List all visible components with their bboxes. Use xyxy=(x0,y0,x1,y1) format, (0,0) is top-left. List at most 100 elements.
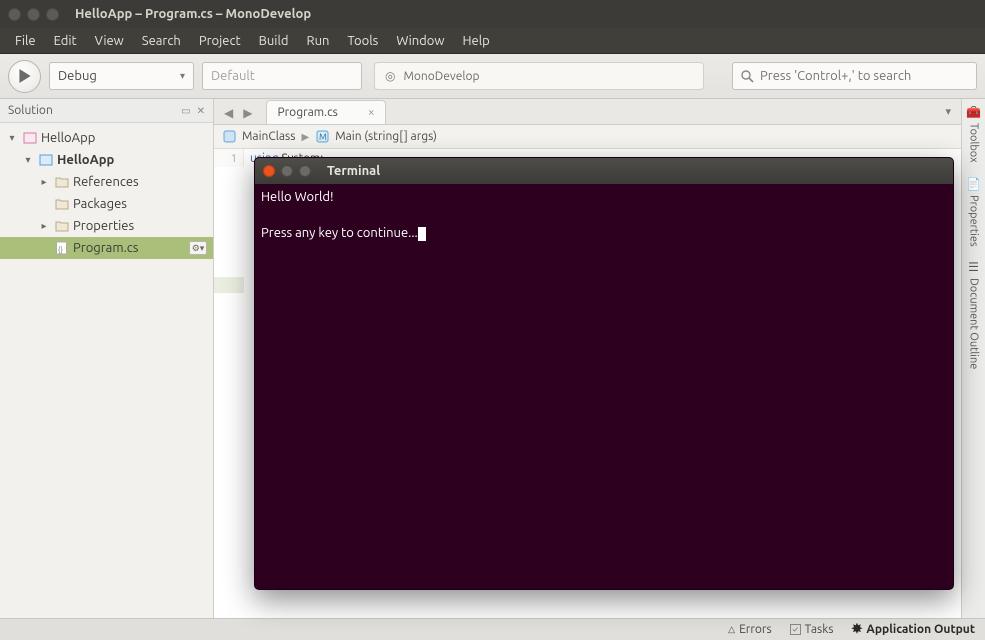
solution-tree[interactable]: ▾ HelloApp ▾ HelloApp ▸References Packages ▸ Pr… xyxy=(0,123,213,263)
side-tab-toolbox[interactable]: 🧰 Toolbox xyxy=(966,105,981,163)
menu-run[interactable]: Run xyxy=(297,31,338,51)
status-tasks-label: Tasks xyxy=(805,623,834,636)
terminal-titlebar[interactable]: Terminal xyxy=(255,158,953,184)
project-icon xyxy=(38,153,53,168)
menu-window[interactable]: Window xyxy=(387,31,453,51)
solution-title: Solution xyxy=(8,104,53,117)
current-line-marker xyxy=(214,277,244,293)
terminal-maximize-icon[interactable] xyxy=(299,165,311,177)
outline-icon: ☰ xyxy=(968,260,979,274)
twisty-icon[interactable]: ▾ xyxy=(6,132,18,144)
solution-panel: Solution ▭ ✕ ▾ HelloApp ▾ HelloApp ▸Referenc… xyxy=(0,99,214,618)
twisty-icon[interactable]: ▸ xyxy=(38,220,50,232)
twisty-icon[interactable]: ▸ xyxy=(38,176,50,188)
status-pill: ◎ MonoDevelop xyxy=(374,62,704,90)
folder-icon xyxy=(54,175,69,190)
tree-label: Properties xyxy=(73,219,134,233)
tab-program-cs[interactable]: Program.cs × xyxy=(266,100,385,124)
side-tab-label: Toolbox xyxy=(968,123,980,163)
tree-label: Program.cs xyxy=(73,241,138,255)
terminal-cursor xyxy=(418,227,426,241)
side-tab-document-outline[interactable]: ☰ Document Outline xyxy=(968,260,980,369)
breadcrumb-class[interactable]: MainClass xyxy=(242,130,295,143)
tab-overflow-icon[interactable]: ▾ xyxy=(945,105,951,118)
toolbox-icon: 🧰 xyxy=(966,105,981,119)
breadcrumb-separator-icon: ▶ xyxy=(301,131,309,143)
window-close-icon[interactable] xyxy=(8,8,21,21)
tree-row[interactable]: ▸ Properties xyxy=(0,215,213,237)
platform-select[interactable]: Default xyxy=(202,62,362,90)
tree-row[interactable]: {} Program.cs ⚙▾ xyxy=(0,237,213,259)
status-errors-label: Errors xyxy=(739,623,772,636)
side-tab-properties[interactable]: 📄 Properties xyxy=(966,177,981,247)
terminal-body[interactable]: Hello World! Press any key to continue..… xyxy=(255,184,953,246)
line-number: 1 xyxy=(214,151,243,167)
item-options-icon[interactable]: ⚙▾ xyxy=(189,241,207,255)
window-titlebar: HelloApp – Program.cs – MonoDevelop xyxy=(0,0,985,28)
terminal-line: Press any key to continue... xyxy=(261,226,418,240)
tab-label: Program.cs xyxy=(277,106,337,119)
menu-build[interactable]: Build xyxy=(250,31,298,51)
editor-tabstrip: ◀ ▶ Program.cs × ▾ xyxy=(214,99,961,125)
csfile-icon: {} xyxy=(54,241,69,256)
terminal-minimize-icon[interactable] xyxy=(281,165,293,177)
properties-icon: 📄 xyxy=(966,177,981,191)
warning-icon: △ xyxy=(728,624,735,635)
tree-row[interactable]: ▾ HelloApp xyxy=(0,127,213,149)
statusbar: △ Errors ✓ Tasks ✸ Application Output xyxy=(0,618,985,640)
solution-icon xyxy=(22,131,37,146)
play-icon xyxy=(18,69,32,83)
tree-row[interactable]: ▸References xyxy=(0,171,213,193)
breadcrumb: MainClass ▶ M Main (string[] args) xyxy=(214,125,961,149)
nav-back-icon[interactable]: ◀ xyxy=(220,106,237,120)
breadcrumb-method[interactable]: Main (string[] args) xyxy=(335,130,437,143)
config-select[interactable]: Debug ▾ xyxy=(49,62,194,90)
menu-tools[interactable]: Tools xyxy=(338,31,387,51)
svg-text:{}: {} xyxy=(58,246,63,254)
terminal-title: Terminal xyxy=(327,164,380,178)
solution-header: Solution ▭ ✕ xyxy=(0,99,213,123)
solution-collapse-icon[interactable]: ▭ xyxy=(181,105,190,117)
target-icon: ◎ xyxy=(385,69,395,83)
twisty-icon[interactable]: ▾ xyxy=(22,154,34,166)
tree-label: HelloApp xyxy=(57,153,114,167)
global-search-input[interactable] xyxy=(760,69,968,83)
method-icon: M xyxy=(315,130,329,144)
right-side-tabs: 🧰 Toolbox 📄 Properties ☰ Document Outlin… xyxy=(961,99,985,618)
toolbar: Debug ▾ Default ◎ MonoDevelop xyxy=(0,54,985,99)
nav-forward-icon[interactable]: ▶ xyxy=(239,106,256,120)
tab-close-icon[interactable]: × xyxy=(368,106,375,119)
run-button[interactable] xyxy=(8,60,41,93)
menu-search[interactable]: Search xyxy=(133,31,190,51)
window-minimize-icon[interactable] xyxy=(27,8,40,21)
menu-view[interactable]: View xyxy=(86,31,133,51)
status-output-label: Application Output xyxy=(866,623,975,636)
folder-icon xyxy=(54,197,69,212)
menu-project[interactable]: Project xyxy=(190,31,250,51)
status-tasks[interactable]: ✓ Tasks xyxy=(790,623,834,636)
tree-label: HelloApp xyxy=(41,131,95,145)
menu-file[interactable]: File xyxy=(6,31,45,51)
line-gutter: 1 xyxy=(214,149,244,167)
tree-row[interactable]: ▾ HelloApp xyxy=(0,149,213,171)
search-icon xyxy=(741,70,754,83)
status-application-output[interactable]: ✸ Application Output xyxy=(852,622,975,637)
menu-help[interactable]: Help xyxy=(453,31,498,51)
solution-close-icon[interactable]: ✕ xyxy=(197,105,205,117)
tree-label: Packages xyxy=(73,197,127,211)
terminal-window[interactable]: Terminal Hello World! Press any key to c… xyxy=(254,157,954,590)
svg-text:M: M xyxy=(319,132,327,142)
terminal-close-icon[interactable] xyxy=(263,165,275,177)
checkbox-icon: ✓ xyxy=(790,624,801,635)
gear-icon: ✸ xyxy=(852,622,863,637)
platform-select-label: Default xyxy=(211,69,255,83)
status-errors[interactable]: △ Errors xyxy=(728,623,772,636)
global-search[interactable] xyxy=(732,62,977,90)
window-maximize-icon[interactable] xyxy=(46,8,59,21)
menu-edit[interactable]: Edit xyxy=(45,31,86,51)
side-tab-label: Document Outline xyxy=(968,278,980,369)
class-icon xyxy=(222,130,236,144)
menubar: File Edit View Search Project Build Run … xyxy=(0,28,985,54)
tree-row[interactable]: Packages xyxy=(0,193,213,215)
terminal-line: Hello World! xyxy=(261,190,334,204)
